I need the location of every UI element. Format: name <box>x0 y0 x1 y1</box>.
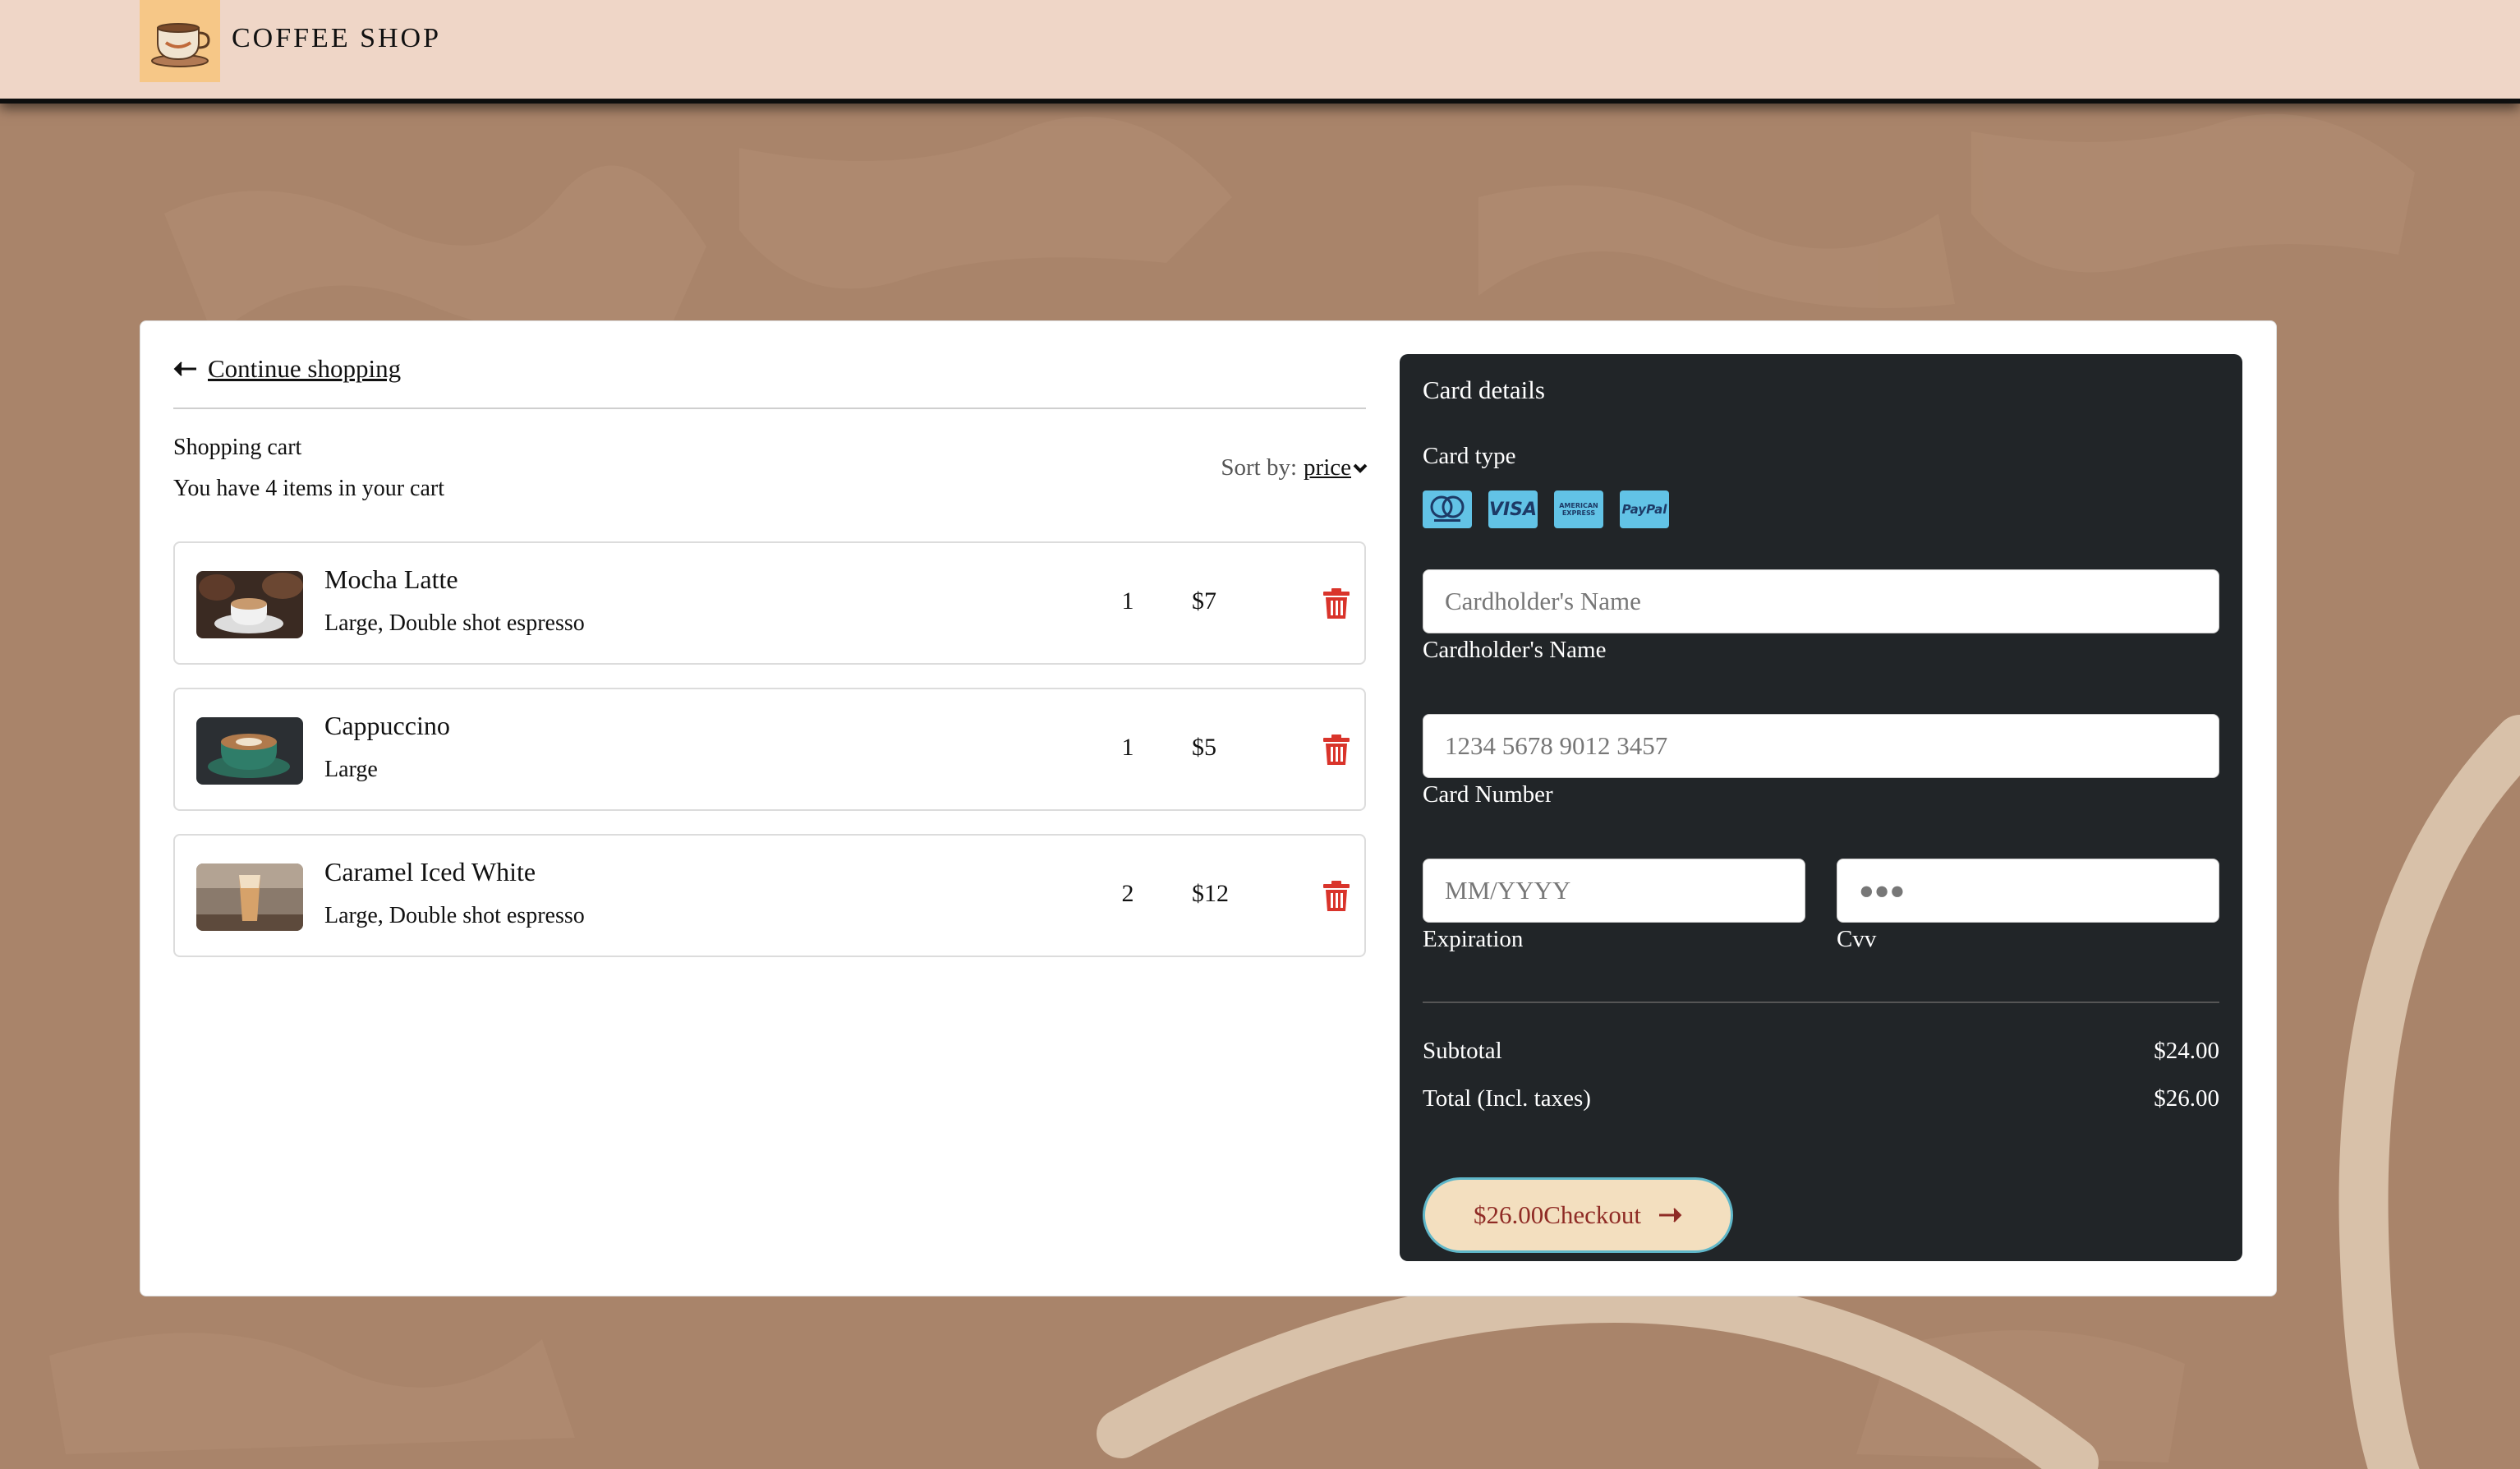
american-express-icon[interactable]: AMERICAN EXPRESS <box>1554 490 1603 528</box>
card-number-input[interactable] <box>1423 714 2219 778</box>
product-image-cappuccino <box>196 717 303 785</box>
card-details-title: Card details <box>1423 375 1545 404</box>
paypal-icon[interactable]: PayPal <box>1620 490 1669 528</box>
item-description: Large <box>324 757 378 782</box>
item-price: $5 <box>1192 734 1216 761</box>
sort-label: Sort by: <box>1221 454 1298 481</box>
coffee-cup-icon <box>151 23 210 67</box>
product-image-mocha-latte <box>196 571 303 638</box>
continue-shopping-link[interactable]: Continue shopping <box>208 354 401 384</box>
item-description: Large, Double shot espresso <box>324 903 585 928</box>
delete-item-icon[interactable] <box>1322 880 1351 913</box>
visa-icon[interactable]: VISA <box>1488 490 1538 528</box>
cart-item: Caramel Iced White Large, Double shot es… <box>173 834 1366 957</box>
brand-name[interactable]: COFFEE SHOP <box>232 23 441 54</box>
cart-title: Shopping cart <box>173 435 302 460</box>
sort-dropdown[interactable]: price <box>1304 454 1351 481</box>
cardholder-name-label: Cardholder's Name <box>1423 637 1607 663</box>
item-price: $7 <box>1192 587 1216 615</box>
checkout-text: $26.00Checkout <box>1474 1200 1641 1230</box>
item-description: Large, Double shot espresso <box>324 610 585 636</box>
item-price: $12 <box>1192 880 1229 907</box>
subtotal-label: Subtotal <box>1423 1038 1502 1064</box>
item-name: Caramel Iced White <box>324 857 536 886</box>
arrow-right-icon <box>1659 1208 1682 1223</box>
delete-item-icon[interactable] <box>1322 587 1351 620</box>
logo[interactable] <box>140 0 220 82</box>
sort-control[interactable]: Sort by: price <box>1221 454 1368 481</box>
card-details-panel: Card details Card type VISA AMERICAN EXP… <box>1400 354 2242 1261</box>
cart-item: Mocha Latte Large, Double shot espresso … <box>173 541 1366 665</box>
cart-item-count: You have 4 items in your cart <box>173 476 444 501</box>
item-quantity: 2 <box>1121 880 1134 907</box>
divider <box>1423 1002 2219 1003</box>
cvv-input[interactable] <box>1837 859 2219 923</box>
checkout-amount: $26.00 <box>1473 1200 1544 1229</box>
total-value: $26.00 <box>2154 1085 2219 1112</box>
visa-label: VISA <box>1488 499 1538 520</box>
item-name: Mocha Latte <box>324 564 458 594</box>
card-type-options: VISA AMERICAN EXPRESS PayPal <box>1423 490 1669 528</box>
item-name: Cappuccino <box>324 711 450 740</box>
product-image-caramel-iced-white <box>196 863 303 931</box>
amex-label: AMERICAN EXPRESS <box>1559 502 1598 517</box>
checkout-button[interactable]: $26.00Checkout <box>1423 1177 1733 1253</box>
expiration-input[interactable] <box>1423 859 1805 923</box>
top-navbar: COFFEE SHOP <box>0 0 2520 104</box>
mastercard-icon[interactable] <box>1423 490 1472 528</box>
divider <box>173 408 1366 409</box>
card-type-label: Card type <box>1423 443 1516 469</box>
card-number-label: Card Number <box>1423 781 1553 808</box>
cart-item: Cappuccino Large 1 $5 <box>173 688 1366 811</box>
delete-item-icon[interactable] <box>1322 734 1351 767</box>
checkout-panel: Continue shopping Shopping cart You have… <box>140 320 2277 1296</box>
cardholder-name-input[interactable] <box>1423 569 2219 633</box>
paypal-label: PayPal <box>1621 502 1667 517</box>
subtotal-value: $24.00 <box>2154 1038 2219 1064</box>
expiration-label: Expiration <box>1423 926 1524 952</box>
chevron-down-icon[interactable] <box>1353 463 1368 474</box>
checkout-label: Checkout <box>1543 1200 1642 1229</box>
cart-items-list: Mocha Latte Large, Double shot espresso … <box>173 541 1366 980</box>
cvv-label: Cvv <box>1837 926 1877 952</box>
item-quantity: 1 <box>1121 587 1134 615</box>
continue-shopping[interactable]: Continue shopping <box>173 354 401 384</box>
item-quantity: 1 <box>1121 734 1134 761</box>
total-label: Total (Incl. taxes) <box>1423 1085 1591 1112</box>
arrow-left-icon <box>173 361 196 376</box>
